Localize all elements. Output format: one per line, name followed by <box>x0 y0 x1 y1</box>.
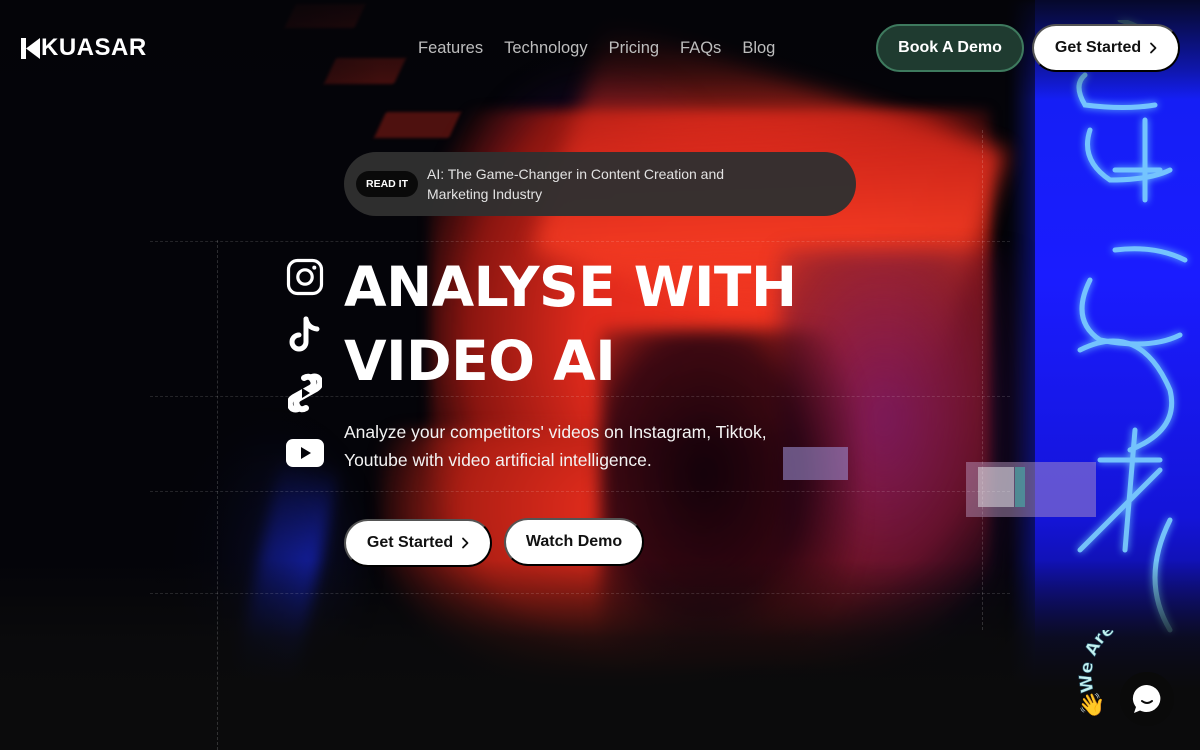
watch-demo-label: Watch Demo <box>525 533 623 550</box>
brand-name: KUASAR <box>41 34 147 61</box>
nav-link-faqs[interactable]: FAQs <box>680 37 721 59</box>
chevron-right-icon <box>1150 42 1157 54</box>
get-started-label: Get Started <box>366 534 454 551</box>
youtube-icon <box>286 434 324 472</box>
announcement-pill[interactable]: READ IT AI: The Game-Changer in Content … <box>344 152 856 216</box>
nav-link-pricing[interactable]: Pricing <box>609 37 659 59</box>
hero-headline: ANALYSE WITH VIDEO AI <box>344 250 804 398</box>
chat-widget[interactable]: We Are Here! 👋 <box>1072 630 1200 730</box>
read-it-badge: READ IT <box>356 171 418 197</box>
youtube-shorts-icon <box>286 373 324 413</box>
nav-link-features[interactable]: Features <box>418 37 483 59</box>
waving-hand-icon: 👋 <box>1078 692 1106 717</box>
instagram-icon <box>286 258 324 296</box>
grid-line <box>982 130 983 630</box>
nav-link-blog[interactable]: Blog <box>742 37 775 59</box>
brand-logo[interactable]: KUASAR <box>21 34 147 62</box>
get-started-label: Get Started <box>1054 39 1142 56</box>
grid-line <box>150 593 1010 594</box>
book-demo-button[interactable]: Book A Demo <box>876 24 1024 72</box>
bg-glitch-block <box>783 447 848 480</box>
chevron-right-icon <box>462 537 469 549</box>
grid-line <box>217 240 218 750</box>
grid-line <box>150 241 1010 242</box>
watch-demo-button[interactable]: Watch Demo <box>504 518 644 566</box>
nav-link-technology[interactable]: Technology <box>504 37 587 59</box>
tiktok-icon <box>286 316 324 354</box>
bg-glitch-block <box>1015 467 1025 507</box>
kuasar-logo-icon <box>21 37 40 59</box>
announcement-text: AI: The Game-Changer in Content Creation… <box>427 166 725 202</box>
grid-line <box>150 491 1010 492</box>
main-nav: Features Technology Pricing FAQs Blog <box>418 37 775 59</box>
chat-bubble-icon <box>1132 684 1161 713</box>
headline-line-2: VIDEO AI <box>344 329 616 393</box>
header-get-started-button[interactable]: Get Started <box>1032 24 1180 72</box>
book-demo-label: Book A Demo <box>898 39 1002 56</box>
bg-red-stripe <box>373 112 462 138</box>
hero-get-started-button[interactable]: Get Started <box>344 519 492 567</box>
hero-subtitle: Analyze your competitors' videos on Inst… <box>344 422 767 470</box>
headline-line-1: ANALYSE WITH <box>344 255 797 319</box>
bg-fade-bottom <box>0 560 1200 690</box>
open-chat-button[interactable] <box>1120 672 1174 726</box>
bg-glitch-block <box>978 467 1014 507</box>
